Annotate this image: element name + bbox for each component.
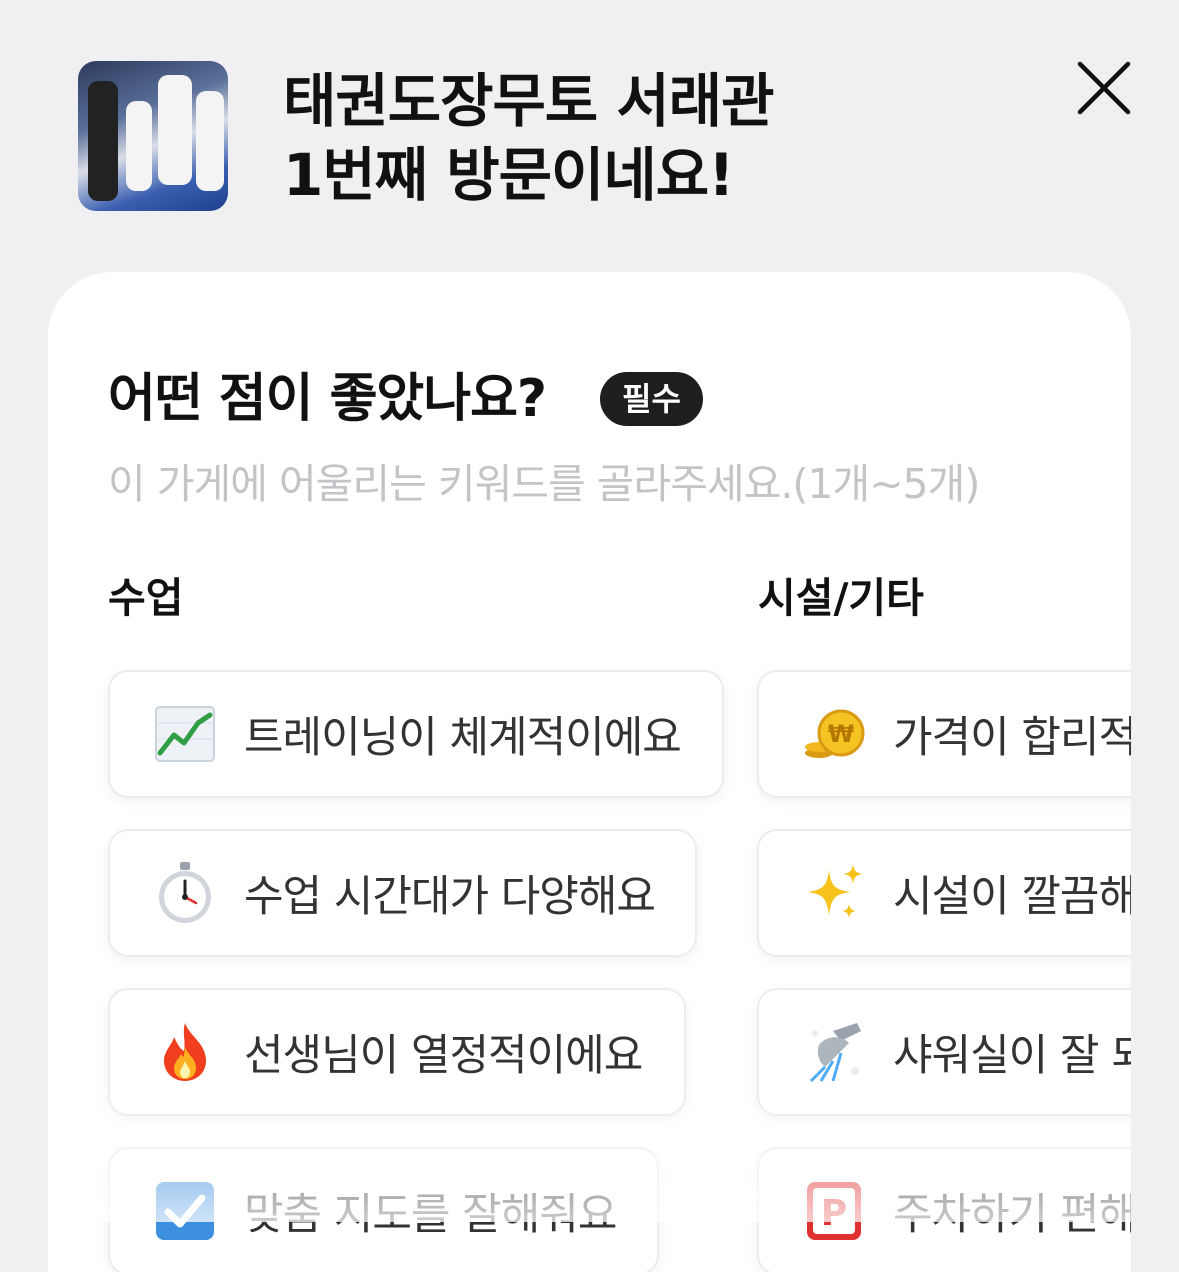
- fire-icon: [154, 1021, 216, 1083]
- keyword-label: 가격이 합리적이에요: [893, 713, 1131, 763]
- svg-text:P: P: [821, 1193, 847, 1234]
- sparkles-icon: [803, 862, 865, 924]
- coin-icon: ₩: [803, 703, 865, 765]
- parking-icon: P: [803, 1180, 865, 1242]
- keyword-label: 주차하기 편해요: [893, 1190, 1131, 1240]
- question-subtitle: 이 가게에 어울리는 키워드를 골라주세요.(1개~5개): [108, 460, 980, 508]
- question-title: 어떤 점이 좋았나요?: [108, 369, 547, 429]
- keyword-chip-shower[interactable]: 샤워실이 잘 되어 있어요: [757, 988, 1131, 1116]
- keyword-chip-schedule[interactable]: 수업 시간대가 다양해요: [108, 829, 697, 957]
- keyword-chip-price[interactable]: ₩ 가격이 합리적이에요: [757, 670, 1131, 798]
- store-thumbnail: [78, 61, 228, 211]
- required-badge: 필수: [600, 372, 703, 426]
- keyword-label: 트레이닝이 체계적이에요: [244, 713, 682, 763]
- close-icon: [1077, 61, 1131, 115]
- keyword-label: 맞춤 지도를 잘해줘요: [244, 1190, 617, 1240]
- chart-increasing-icon: [154, 703, 216, 765]
- keyword-chip-clean[interactable]: 시설이 깔끔해요: [757, 829, 1131, 957]
- keyword-chip-training[interactable]: 트레이닝이 체계적이에요: [108, 670, 724, 798]
- column-header-class: 수업: [108, 574, 184, 622]
- keyword-label: 샤워실이 잘 되어 있어요: [893, 1031, 1131, 1081]
- shower-icon: [803, 1021, 865, 1083]
- keyword-label: 수업 시간대가 다양해요: [244, 872, 656, 922]
- keyword-label: 시설이 깔끔해요: [893, 872, 1131, 922]
- store-name: 태권도장무토 서래관: [283, 67, 774, 135]
- svg-text:₩: ₩: [828, 720, 855, 748]
- column-header-facility: 시설/기타: [758, 574, 924, 622]
- store-visit-title: 태권도장무토 서래관 1번째 방문이네요!: [283, 64, 774, 212]
- keyword-label: 선생님이 열정적이에요: [244, 1031, 643, 1081]
- keyword-chip-parking[interactable]: P 주차하기 편해요: [757, 1147, 1131, 1272]
- check-box-icon: [154, 1180, 216, 1242]
- visit-count-message: 1번째 방문이네요!: [283, 141, 735, 209]
- keyword-selection-card: 어떤 점이 좋았나요? 필수 이 가게에 어울리는 키워드를 골라주세요.(1개…: [48, 272, 1131, 1272]
- close-button[interactable]: [1074, 58, 1134, 118]
- stopwatch-icon: [154, 862, 216, 924]
- keyword-chip-personal-coaching[interactable]: 맞춤 지도를 잘해줘요: [108, 1147, 659, 1272]
- keyword-chip-teacher[interactable]: 선생님이 열정적이에요: [108, 988, 686, 1116]
